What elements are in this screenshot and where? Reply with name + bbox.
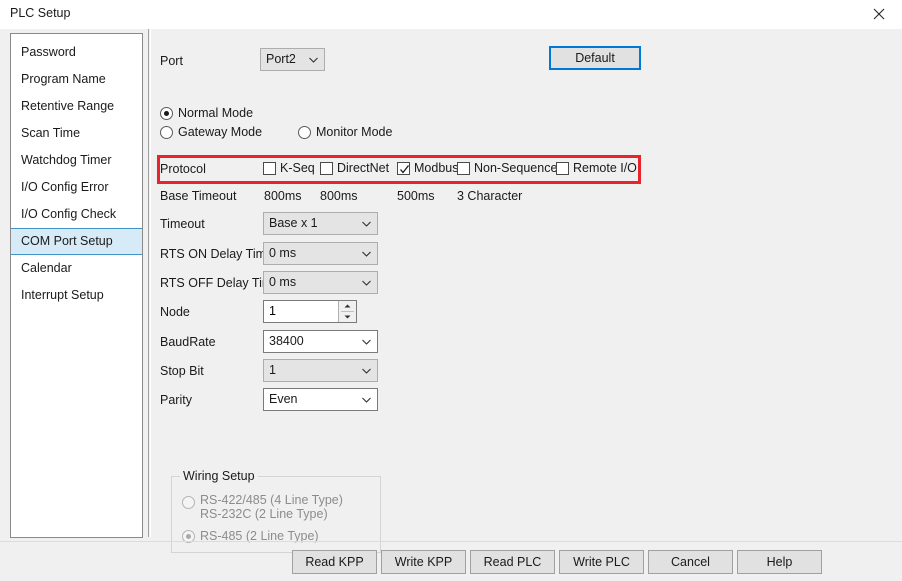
radio-rs422-485-label-line1: RS-422/485 (4 Line Type) <box>200 493 343 507</box>
chevron-down-icon <box>362 339 371 345</box>
sidebar-item-io-config-error[interactable]: I/O Config Error <box>11 174 142 201</box>
chevron-down-icon <box>362 397 371 403</box>
base-timeout-value-2: 800ms <box>320 189 358 203</box>
wiring-setup-title: Wiring Setup <box>180 469 258 483</box>
write-plc-button[interactable]: Write PLC <box>559 550 644 574</box>
parity-label: Parity <box>160 393 192 407</box>
radio-normal-mode-icon <box>160 106 173 120</box>
sidebar-item-com-port-setup[interactable]: COM Port Setup <box>11 228 142 255</box>
checkbox-non-sequence-icon <box>457 161 470 175</box>
checkbox-k-seq-icon <box>263 161 276 175</box>
checkbox-modbus-icon <box>397 161 410 175</box>
checkbox-directnet[interactable]: DirectNet <box>320 161 389 175</box>
checkbox-remote-io-label: Remote I/O <box>573 161 637 175</box>
radio-monitor-mode[interactable]: Monitor Mode <box>298 125 392 139</box>
window-title: PLC Setup <box>10 6 71 20</box>
node-stepper[interactable]: 1 <box>263 300 357 323</box>
radio-normal-mode[interactable]: Normal Mode <box>160 106 253 120</box>
help-button[interactable]: Help <box>737 550 822 574</box>
sidebar-list[interactable]: Password Program Name Retentive Range Sc… <box>10 33 143 538</box>
sidebar-item-password[interactable]: Password <box>11 39 142 66</box>
checkbox-modbus-label: Modbus <box>414 161 459 175</box>
port-select-value: Port2 <box>266 52 296 66</box>
checkbox-non-sequence-label: Non-Sequence <box>474 161 558 175</box>
node-stepper-value: 1 <box>269 304 276 318</box>
sidebar-item-calendar[interactable]: Calendar <box>11 255 142 282</box>
parity-select[interactable]: Even <box>263 388 378 411</box>
close-icon[interactable] <box>856 0 902 27</box>
timeout-select[interactable]: Base x 1 <box>263 212 378 235</box>
stop-bit-label: Stop Bit <box>160 364 204 378</box>
rts-on-delay-select[interactable]: 0 ms <box>263 242 378 265</box>
node-label: Node <box>160 305 190 319</box>
checkbox-k-seq-label: K-Seq <box>280 161 315 175</box>
port-select[interactable]: Port2 <box>260 48 325 71</box>
rts-on-delay-select-value: 0 ms <box>269 246 297 260</box>
rts-off-delay-label: RTS OFF Delay Time <box>160 276 280 290</box>
rts-off-delay-select-value: 0 ms <box>269 275 297 289</box>
checkbox-remote-io[interactable]: Remote I/O <box>556 161 637 175</box>
read-kpp-button[interactable]: Read KPP <box>292 550 377 574</box>
checkbox-k-seq[interactable]: K-Seq <box>263 161 315 175</box>
port-label: Port <box>160 54 183 68</box>
baudrate-select[interactable]: 38400 <box>263 330 378 353</box>
stop-bit-select[interactable]: 1 <box>263 359 378 382</box>
radio-monitor-mode-icon <box>298 125 311 139</box>
checkbox-remote-io-icon <box>556 161 569 175</box>
baudrate-select-value: 38400 <box>269 334 304 348</box>
dialog-body: Password Program Name Retentive Range Sc… <box>0 28 902 581</box>
radio-rs422-485-icon <box>182 496 195 509</box>
timeout-label: Timeout <box>160 217 205 231</box>
radio-gateway-mode-icon <box>160 125 173 139</box>
checkbox-modbus[interactable]: Modbus <box>397 161 458 175</box>
checkbox-directnet-icon <box>320 161 333 175</box>
chevron-down-icon <box>362 280 371 286</box>
rts-on-delay-label: RTS ON Delay Time <box>160 247 273 261</box>
chevron-down-icon <box>362 221 371 227</box>
sidebar-item-interrupt-setup[interactable]: Interrupt Setup <box>11 282 142 309</box>
chevron-down-icon <box>362 368 371 374</box>
title-bar: PLC Setup <box>0 0 902 29</box>
timeout-select-value: Base x 1 <box>269 216 318 230</box>
sidebar-item-watchdog-timer[interactable]: Watchdog Timer <box>11 147 142 174</box>
chevron-down-icon <box>309 57 318 63</box>
sidebar-item-scan-time[interactable]: Scan Time <box>11 120 142 147</box>
spinner-up-icon[interactable] <box>339 301 356 311</box>
protocol-label: Protocol <box>160 162 206 176</box>
stop-bit-select-value: 1 <box>269 363 276 377</box>
write-kpp-button[interactable]: Write KPP <box>381 550 466 574</box>
checkbox-non-sequence[interactable]: Non-Sequence <box>457 161 557 175</box>
node-stepper-buttons[interactable] <box>338 301 356 322</box>
read-plc-button[interactable]: Read PLC <box>470 550 555 574</box>
parity-select-value: Even <box>269 392 298 406</box>
base-timeout-label: Base Timeout <box>160 189 237 203</box>
spinner-down-icon[interactable] <box>339 312 356 322</box>
sidebar-item-program-name[interactable]: Program Name <box>11 66 142 93</box>
base-timeout-value-3: 500ms <box>397 189 435 203</box>
chevron-down-icon <box>362 251 371 257</box>
radio-rs422-485-label-line2: RS-232C (2 Line Type) <box>200 507 328 521</box>
radio-monitor-mode-label: Monitor Mode <box>316 125 393 139</box>
footer-button-bar: Read KPP Write KPP Read PLC Write PLC Ca… <box>0 542 902 581</box>
baudrate-label: BaudRate <box>160 335 216 349</box>
rts-off-delay-select[interactable]: 0 ms <box>263 271 378 294</box>
radio-gateway-mode[interactable]: Gateway Mode <box>160 125 262 139</box>
base-timeout-value-1: 800ms <box>264 189 302 203</box>
base-timeout-value-4: 3 Character <box>457 189 523 203</box>
checkbox-directnet-label: DirectNet <box>337 161 390 175</box>
com-port-setup-panel: Port Port2 Default Normal Mode Gateway M… <box>151 29 899 553</box>
cancel-button[interactable]: Cancel <box>648 550 733 574</box>
default-button[interactable]: Default <box>549 46 641 70</box>
radio-rs422-485[interactable]: RS-422/485 (4 Line Type) RS-232C (2 Line… <box>182 493 343 521</box>
panel-divider <box>148 29 149 537</box>
sidebar-item-io-config-check[interactable]: I/O Config Check <box>11 201 142 228</box>
sidebar-item-retentive-range[interactable]: Retentive Range <box>11 93 142 120</box>
radio-gateway-mode-label: Gateway Mode <box>178 125 263 139</box>
radio-normal-mode-label: Normal Mode <box>178 106 254 120</box>
